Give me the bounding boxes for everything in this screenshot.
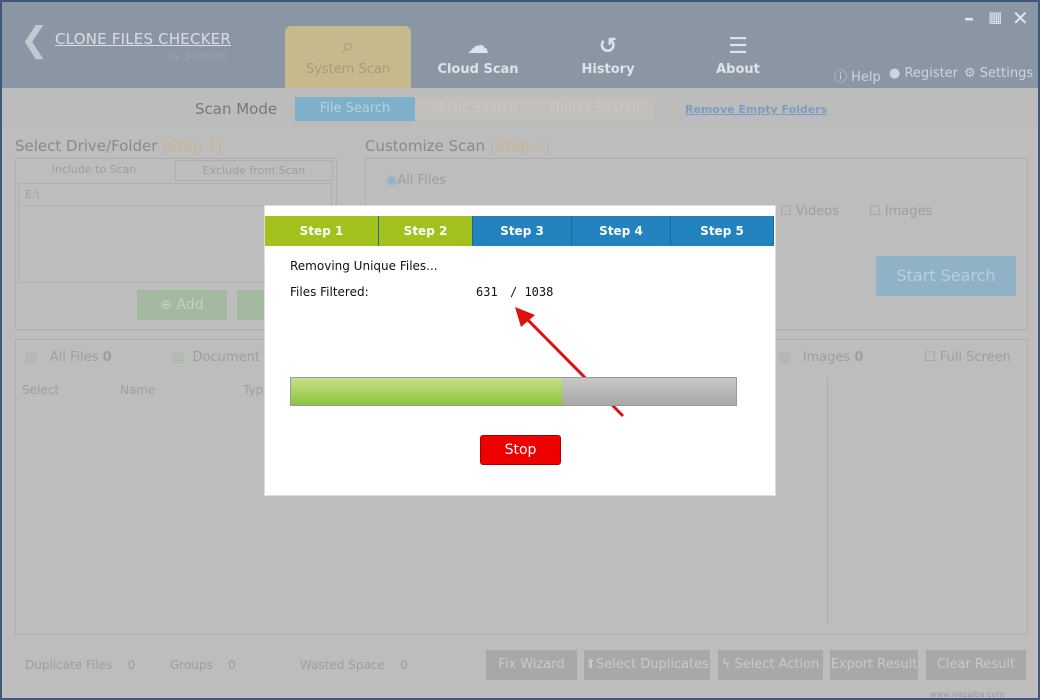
register-link[interactable]: ● Register — [889, 66, 958, 81]
images-checkbox[interactable]: ☐ Images — [869, 204, 932, 219]
step-2: Step 2 — [379, 216, 473, 246]
step-1: Step 1 — [265, 216, 379, 246]
files-filtered-label: Files Filtered: — [290, 285, 369, 299]
mode-itunes-search[interactable]: iTunes Search — [535, 97, 655, 121]
files-filtered-count: 631 — [476, 285, 498, 299]
help-label: Help — [851, 70, 881, 85]
settings-label: Settings — [979, 66, 1034, 81]
tab-images[interactable]: ▨ Images 0 — [778, 350, 863, 365]
mode-music-search[interactable]: Music Search — [415, 97, 535, 121]
wasted-space-stat: Wasted Space 0 — [300, 658, 408, 672]
pane-divider — [827, 378, 828, 623]
tab-exclude[interactable]: Exclude from Scan — [175, 160, 333, 181]
settings-link[interactable]: ⚙ Settings — [964, 66, 1033, 81]
nav-system-scan[interactable]: ⌕ System Scan — [285, 26, 411, 88]
nav-about[interactable]: ☰ About — [675, 26, 801, 88]
about-icon: ☰ — [728, 34, 748, 59]
info-icon: ⓘ — [834, 70, 848, 85]
groups-stat: Groups 0 — [170, 658, 236, 672]
help-link[interactable]: ⓘ Help — [834, 66, 881, 85]
full-screen-checkbox[interactable]: ☐ Full Screen — [924, 350, 1011, 365]
user-icon: ● — [889, 66, 901, 81]
app-title: CLONE FILES CHECKER — [55, 30, 231, 48]
step-4: Step 4 — [572, 216, 671, 246]
nav-label: Cloud Scan — [437, 62, 519, 77]
col-select[interactable]: Select — [22, 383, 59, 397]
add-button[interactable]: ⊕ Add — [137, 290, 227, 320]
status-text: Removing Unique Files... — [290, 259, 438, 273]
progress-bar — [290, 377, 737, 406]
customize-title: Customize Scan (Step 2) — [365, 137, 550, 155]
image-icon: ▨ — [778, 350, 791, 365]
radio-icon: ◉ — [386, 173, 398, 188]
restore-button[interactable]: ▦ — [988, 8, 1002, 26]
select-drive-title: Select Drive/Folder (Step 1) — [15, 137, 223, 155]
nav-label: About — [716, 62, 760, 77]
document-icon: ▤ — [172, 350, 185, 365]
arrow-up-icon: ⬆ — [585, 657, 596, 672]
col-name[interactable]: Name — [120, 383, 155, 397]
register-label: Register — [904, 66, 959, 81]
export-result-button[interactable]: Export Result — [830, 650, 918, 680]
history-icon: ↺ — [598, 34, 618, 59]
plus-icon: ⊕ — [160, 297, 173, 313]
nav-cloud-scan[interactable]: ☁ Cloud Scan — [415, 26, 541, 88]
step-5: Step 5 — [671, 216, 774, 246]
stop-button[interactable]: Stop — [480, 435, 561, 465]
close-button[interactable]: ✕ — [1012, 6, 1029, 30]
start-search-button[interactable]: Start Search — [876, 256, 1016, 296]
duplicate-files-stat: Duplicate Files 0 — [25, 658, 136, 672]
logo-icon: ❮ — [20, 20, 49, 60]
app-subtitle: by SORCIM — [168, 52, 227, 62]
minimize-button[interactable]: – — [964, 6, 974, 30]
col-type[interactable]: Typ — [243, 383, 263, 397]
add-label: Add — [176, 297, 204, 313]
select-duplicates-button[interactable]: ⬆Select Duplicates — [584, 650, 710, 680]
nav-history[interactable]: ↺ History — [545, 26, 671, 88]
nav-label: System Scan — [305, 62, 391, 77]
lightning-icon: ϟ — [721, 657, 731, 672]
fix-wizard-button[interactable]: Fix Wizard — [486, 650, 577, 680]
progress-fill — [291, 378, 563, 405]
file-icon: ▤ — [25, 350, 38, 365]
gear-icon: ⚙ — [964, 66, 976, 81]
videos-checkbox[interactable]: ☐ Videos — [780, 204, 839, 219]
watermark: www.xiazaiba.com — [930, 690, 1005, 699]
mode-file-search[interactable]: File Search — [295, 97, 415, 121]
path-item[interactable]: E:\ — [19, 184, 331, 206]
clear-result-button[interactable]: Clear Result — [926, 650, 1026, 680]
progress-dialog: Step 1 Step 2 Step 3 Step 4 Step 5 Removing … — [264, 205, 776, 496]
remove-empty-folders-link[interactable]: Remove Empty Folders — [685, 103, 827, 116]
scan-mode-label: Scan Mode — [195, 100, 278, 118]
all-files-radio[interactable]: ◉All Files — [386, 173, 446, 188]
files-total: / 1038 — [510, 285, 554, 299]
tab-all-files[interactable]: ▤ All Files 0 — [25, 350, 112, 365]
nav-label: History — [581, 62, 635, 77]
tab-include[interactable]: Include to Scan — [16, 159, 172, 181]
step-3: Step 3 — [473, 216, 572, 246]
tab-documents[interactable]: ▤ Document — [172, 350, 260, 365]
monitor-search-icon: ⌕ — [341, 34, 355, 59]
select-action-button[interactable]: ϟ Select Action — [718, 650, 823, 680]
cloud-search-icon: ☁ — [467, 34, 489, 59]
